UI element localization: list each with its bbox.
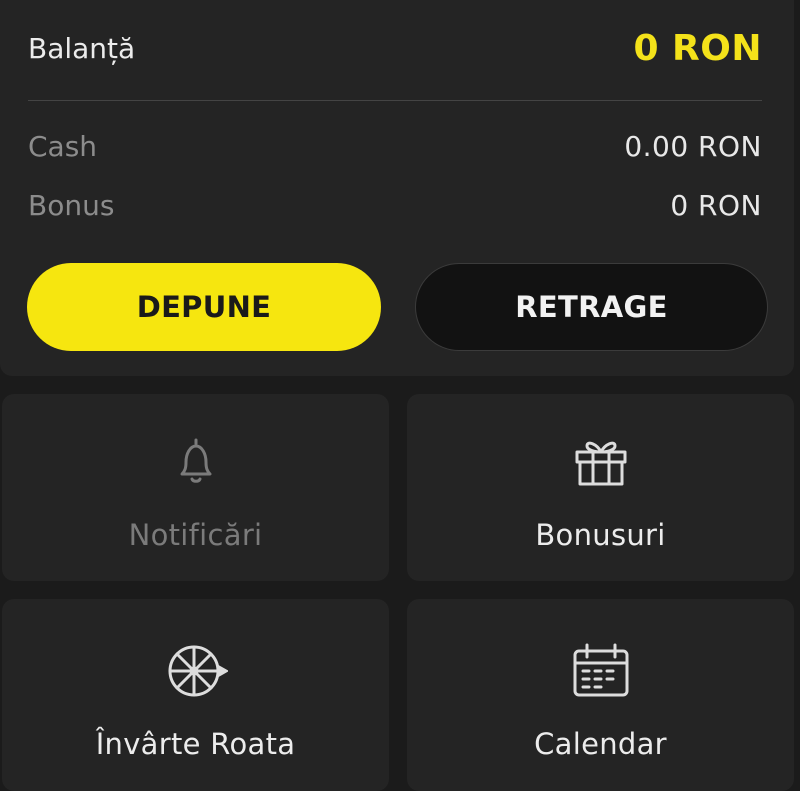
cash-row: Cash 0.00 RON [28, 124, 762, 168]
bonus-row: Bonus 0 RON [28, 183, 762, 227]
balance-card: Balanță 0 RON Cash 0.00 RON Bonus 0 RON … [0, 0, 794, 376]
bonus-value: 0 RON [670, 188, 762, 222]
bell-icon [164, 430, 228, 494]
cash-value: 0.00 RON [624, 129, 762, 163]
cash-label: Cash [28, 129, 98, 163]
bonus-label: Bonus [28, 188, 115, 222]
wheel-icon [164, 639, 228, 703]
spin-wheel-tile[interactable]: Învârte Roata [2, 599, 389, 791]
calendar-label: Calendar [534, 727, 667, 761]
bonuses-tile[interactable]: Bonusuri [407, 394, 794, 581]
gift-icon [569, 430, 633, 494]
balance-row: Balanță 0 RON [28, 22, 762, 74]
notifications-tile[interactable]: Notificări [2, 394, 389, 581]
withdraw-button[interactable]: RETRAGE [415, 263, 768, 351]
balance-value: 0 RON [633, 27, 762, 69]
calendar-icon [569, 639, 633, 703]
deposit-button[interactable]: DEPUNE [27, 263, 381, 351]
notifications-label: Notificări [128, 518, 263, 552]
balance-label: Balanță [28, 31, 136, 65]
calendar-tile[interactable]: Calendar [407, 599, 794, 791]
spin-wheel-label: Învârte Roata [95, 727, 296, 761]
divider [28, 100, 762, 101]
bonuses-label: Bonusuri [535, 518, 666, 552]
